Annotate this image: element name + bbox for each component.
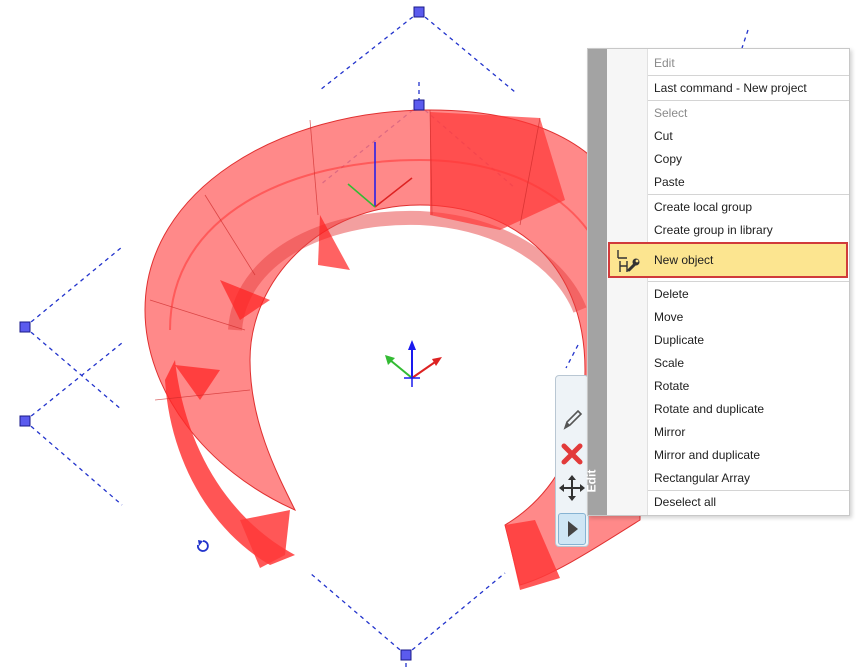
menu-item-deselect-all[interactable]: Deselect all <box>654 493 716 511</box>
delete-x-icon[interactable] <box>559 440 585 468</box>
menu-item-create-local-group[interactable]: Create local group <box>654 198 752 216</box>
menu-side-bar: Edit <box>584 49 607 515</box>
pencil-icon[interactable] <box>559 406 585 434</box>
menu-item-create-group-library[interactable]: Create group in library <box>654 221 773 239</box>
menu-item-scale[interactable]: Scale <box>654 354 684 372</box>
new-object-tool-icon <box>617 250 640 272</box>
menu-separator <box>648 100 849 101</box>
menu-side-label: Edit <box>584 469 599 493</box>
menu-header-select: Select <box>654 106 688 120</box>
menu-item-duplicate[interactable]: Duplicate <box>654 331 704 349</box>
menu-item-mirror[interactable]: Mirror <box>654 423 685 441</box>
menu-item-mirror-duplicate[interactable]: Mirror and duplicate <box>654 446 760 464</box>
play-arrow-icon[interactable] <box>558 513 586 545</box>
menu-item-rotate[interactable]: Rotate <box>654 377 689 395</box>
edit-floating-toolbar <box>555 375 589 547</box>
move-arrows-icon[interactable] <box>559 474 585 502</box>
menu-item-copy[interactable]: Copy <box>654 150 682 168</box>
rotate-arrow-icon <box>198 540 203 546</box>
menu-icon-column <box>607 49 648 515</box>
menu-item-rectangular-array[interactable]: Rectangular Array <box>654 469 750 487</box>
origin-axis-gizmo[interactable] <box>385 340 442 387</box>
menu-separator <box>648 281 849 282</box>
context-menu: Edit Edit Last command - New project Sel… <box>584 48 850 516</box>
menu-item-delete[interactable]: Delete <box>654 285 689 303</box>
menu-item-new-object[interactable]: New object <box>608 242 848 278</box>
menu-separator <box>648 490 849 491</box>
menu-item-new-object-label: New object <box>654 253 714 267</box>
menu-item-paste[interactable]: Paste <box>654 173 685 191</box>
menu-item-move[interactable]: Move <box>654 308 683 326</box>
menu-item-last-command[interactable]: Last command - New project <box>654 79 807 97</box>
menu-separator <box>648 194 849 195</box>
menu-item-cut[interactable]: Cut <box>654 127 673 145</box>
menu-separator <box>648 75 849 76</box>
menu-item-rotate-duplicate[interactable]: Rotate and duplicate <box>654 400 764 418</box>
menu-header-edit: Edit <box>654 56 675 70</box>
